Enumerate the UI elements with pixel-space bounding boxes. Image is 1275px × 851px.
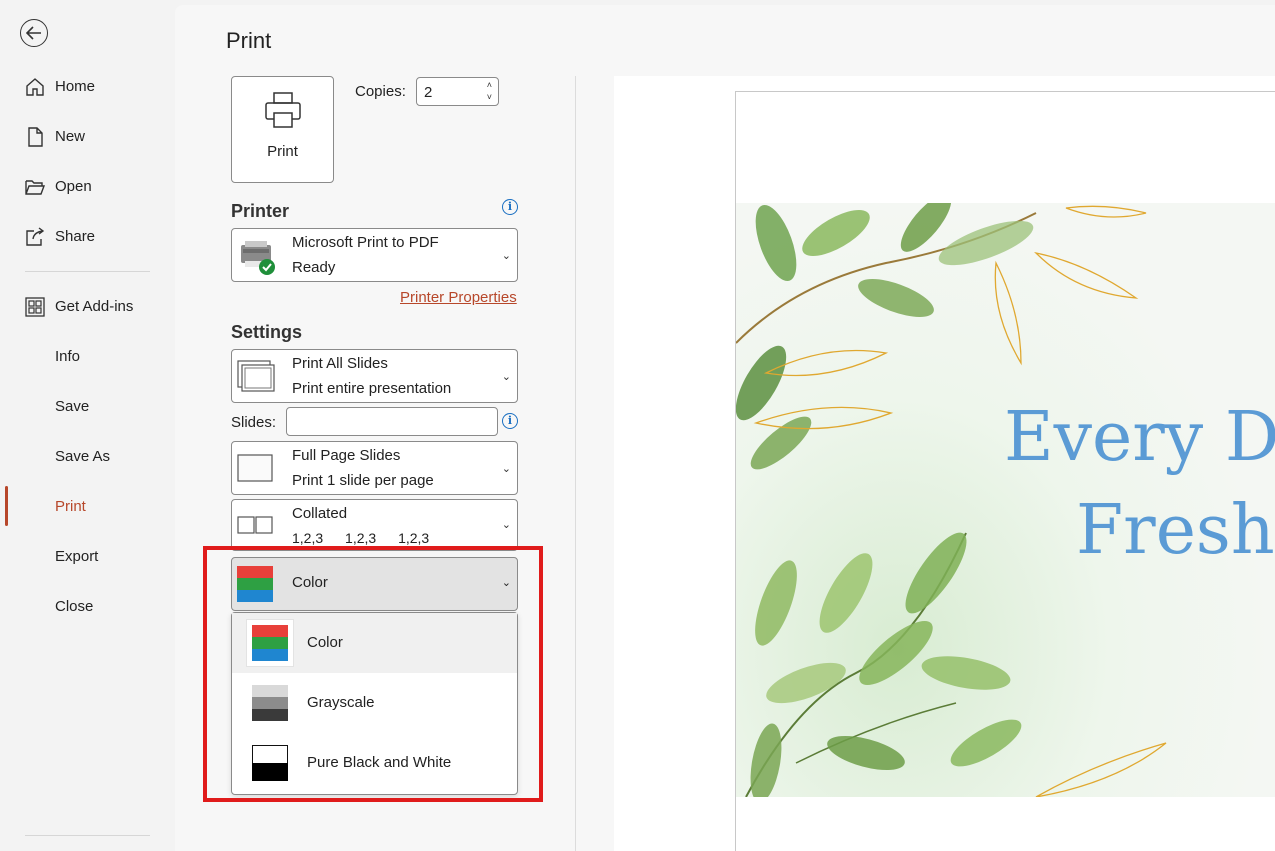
nav-divider-bottom	[25, 835, 150, 836]
full-page-slide-icon	[237, 454, 273, 482]
printer-properties-link[interactable]: Printer Properties	[400, 289, 517, 306]
nav-label-share: Share	[55, 227, 96, 245]
slide-title-line1: Every D	[1004, 398, 1275, 477]
all-slides-icon	[237, 360, 275, 392]
printer-section-title: Printer	[231, 201, 290, 221]
panel-divider	[575, 76, 576, 851]
nav-label-save: Save	[55, 397, 90, 415]
chevron-down-icon: ⌄	[501, 250, 511, 262]
print-range-title: Print All Slides	[292, 355, 388, 372]
collation-seq-3: 1,2,3	[398, 530, 430, 546]
collation-dropdown[interactable]: Collated 1,2,3 1,2,3 1,2,3 ⌄	[231, 499, 518, 551]
settings-section-title: Settings	[231, 322, 303, 342]
nav-item-save-as[interactable]: Save As	[0, 436, 175, 476]
print-range-dropdown[interactable]: Print All Slides Print entire presentati…	[231, 349, 518, 403]
grid-addins-icon	[25, 297, 45, 317]
nav-item-open[interactable]: Open	[0, 166, 175, 206]
backstage-nav: Home New Open Share Get Add-ins Info Sav…	[0, 0, 175, 851]
info-icon[interactable]: i	[502, 199, 518, 215]
nav-label-save-as: Save As	[55, 447, 111, 465]
nav-label-home: Home	[55, 77, 96, 95]
folder-open-icon	[25, 180, 46, 195]
nav-item-new[interactable]: New	[0, 116, 175, 156]
nav-item-export[interactable]: Export	[0, 536, 175, 576]
nav-item-home[interactable]: Home	[0, 66, 175, 106]
print-button-label: Print	[267, 143, 298, 160]
nav-item-save[interactable]: Save	[0, 386, 175, 426]
highlight-box	[203, 546, 543, 802]
collation-seq-1: 1,2,3	[292, 530, 324, 546]
print-button[interactable]: Print	[231, 76, 334, 183]
copies-stepper[interactable]: 2 ˄ ˅	[416, 77, 499, 106]
nav-label-export: Export	[55, 547, 99, 565]
slides-label: Slides:	[231, 414, 277, 431]
collation-sequence: 1,2,3 1,2,3 1,2,3	[292, 530, 447, 546]
chevron-down-icon: ⌄	[501, 519, 511, 531]
printer-dropdown[interactable]: Microsoft Print to PDF Ready ⌄	[231, 228, 518, 282]
slides-input[interactable]	[286, 407, 498, 436]
home-icon	[26, 78, 44, 96]
slide-preview: Every D Fresh	[736, 203, 1275, 797]
slide-title-line2: Fresh	[1076, 491, 1275, 570]
collation-seq-2: 1,2,3	[345, 530, 377, 546]
new-document-icon	[28, 127, 43, 147]
print-range-sub: Print entire presentation	[292, 380, 452, 397]
nav-label-open: Open	[55, 177, 92, 195]
nav-label-print: Print	[55, 497, 86, 515]
nav-label-info: Info	[55, 347, 81, 365]
nav-item-info[interactable]: Info	[0, 336, 175, 376]
chevron-down-icon: ⌄	[501, 463, 511, 475]
nav-label-new: New	[55, 127, 86, 145]
nav-label-close: Close	[55, 597, 94, 615]
page-title: Print	[226, 28, 272, 53]
printer-icon	[265, 92, 301, 128]
nav-label-get-addins: Get Add-ins	[55, 297, 134, 315]
layout-sub: Print 1 slide per page	[292, 472, 434, 489]
printer-ready-icon	[241, 241, 275, 275]
printer-name: Microsoft Print to PDF	[292, 234, 439, 251]
nav-item-get-addins[interactable]: Get Add-ins	[0, 286, 175, 326]
share-icon	[26, 227, 45, 246]
nav-item-share[interactable]: Share	[0, 216, 175, 256]
back-arrow-icon[interactable]	[20, 19, 48, 47]
copies-label: Copies:	[355, 83, 406, 100]
layout-dropdown[interactable]: Full Page Slides Print 1 slide per page …	[231, 441, 518, 495]
nav-item-print[interactable]: Print	[0, 486, 175, 526]
spinner-arrows-icon[interactable]: ˄ ˅	[487, 79, 492, 103]
nav-divider	[25, 271, 150, 272]
printer-status: Ready	[292, 259, 336, 276]
collation-title: Collated	[292, 505, 348, 522]
collated-pages-icon	[237, 516, 273, 534]
layout-title: Full Page Slides	[292, 447, 401, 464]
nav-item-close[interactable]: Close	[0, 586, 175, 626]
chevron-down-icon: ⌄	[501, 371, 511, 383]
info-icon[interactable]: i	[502, 413, 518, 429]
copies-value: 2	[424, 84, 433, 101]
